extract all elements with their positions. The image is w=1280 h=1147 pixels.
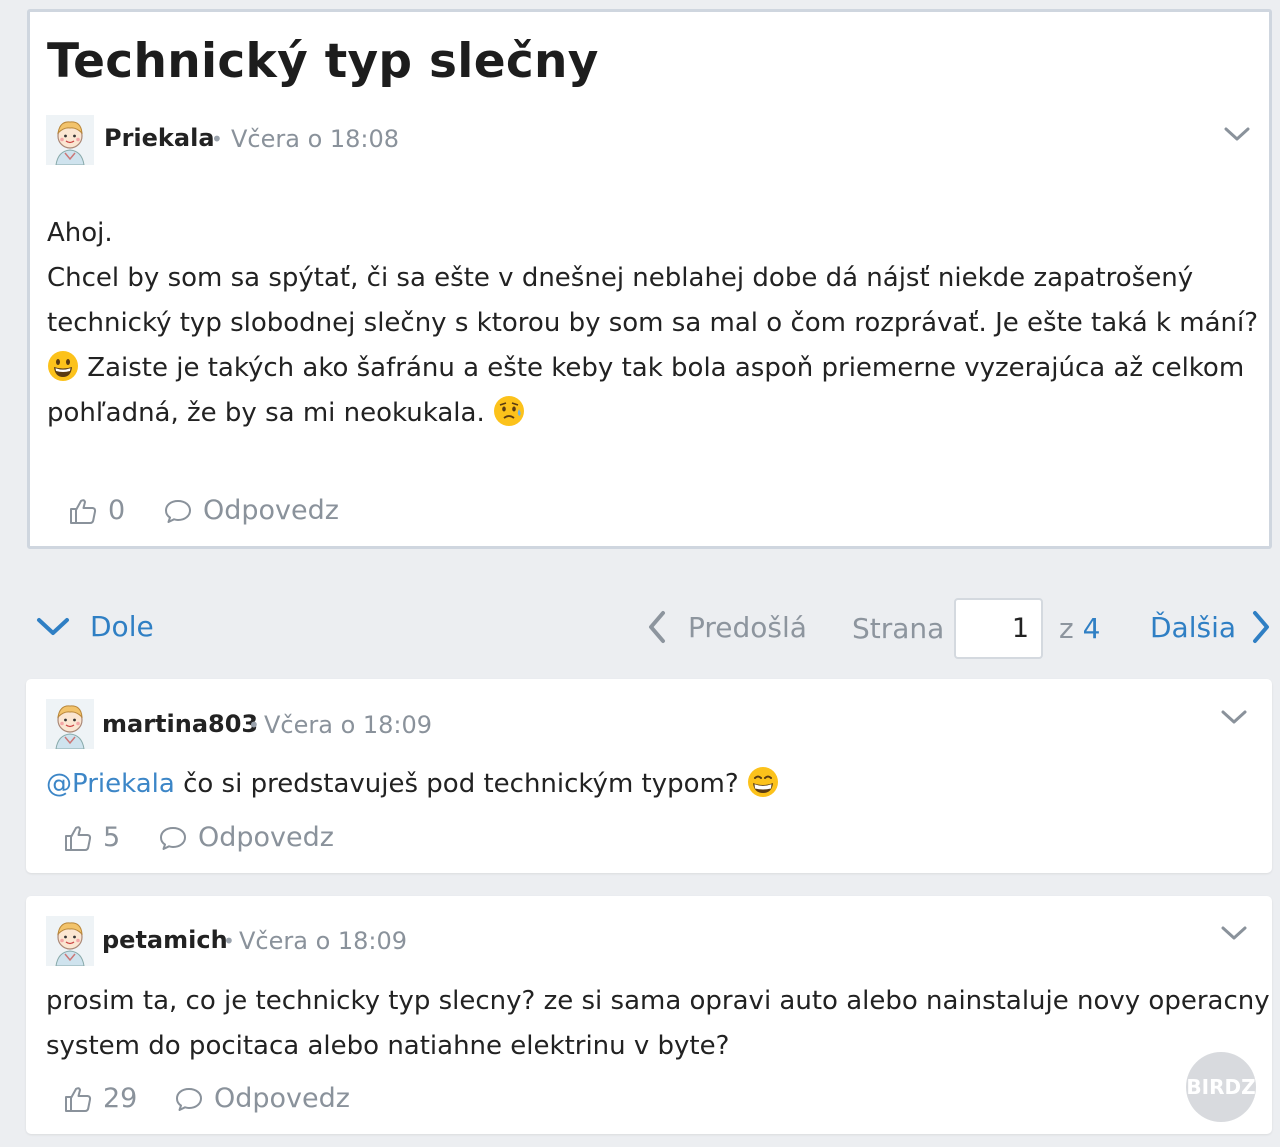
pagination-bar: Dole Predošlá Strana z 4 Ďalšia [0,595,1280,665]
page-total: z 4 [1059,612,1100,645]
like-button[interactable]: 0 [68,495,125,526]
comment-actions: 5 Odpovedz [63,822,463,862]
like-count: 0 [108,495,126,526]
post-line: pohľadná, že by sa mi neokukala. [47,398,485,428]
post-line: technický typ slobodnej slečny s ktorou … [47,308,1259,338]
comment-icon [163,496,193,526]
grinning-emoji-icon [48,351,78,381]
reply-label: Odpovedz [203,495,339,526]
like-button[interactable]: 29 [63,1083,137,1114]
thumbs-up-icon [68,496,98,526]
next-page-label: Ďalšia [1150,610,1237,644]
scroll-down-label: Dole [90,610,154,643]
chevron-down-icon [37,617,69,635]
separator-dot: • [248,713,260,737]
mention-link[interactable]: @Priekala [46,769,175,799]
comment-line: system do pocitaca alebo natiahne elektr… [46,1031,730,1061]
total-pages-link[interactable]: 4 [1083,612,1101,645]
reply-button[interactable]: Odpovedz [174,1083,350,1114]
comment-line: prosim ta, co je technicky typ slecny? z… [46,986,1270,1016]
chevron-left-icon [649,611,665,643]
post-line: Chcel by som sa spýtať, či sa ešte v dne… [47,263,1194,293]
comment-body: prosim ta, co je technicky typ slecny? z… [46,979,1270,1069]
thumbs-up-icon [63,1084,93,1114]
comment-body: @Priekala čo si predstavuješ pod technic… [46,762,779,807]
reply-button[interactable]: Odpovedz [158,822,334,853]
previous-page-link[interactable]: Predošlá [646,610,807,644]
comment-icon [158,823,188,853]
chevron-right-icon [1253,611,1270,643]
comment-time: Včera o 18:09 [264,711,433,739]
comment-author[interactable]: martina803 [102,710,258,738]
previous-page-label: Predošlá [688,610,807,644]
like-count: 29 [103,1083,138,1114]
post-actions: 0 Odpovedz [68,495,468,535]
like-button[interactable]: 5 [63,822,120,853]
post-time: Včera o 18:08 [231,125,400,153]
reply-button[interactable]: Odpovedz [163,495,339,526]
avatar[interactable] [46,699,94,749]
reply-label: Odpovedz [214,1083,350,1114]
avatar[interactable] [46,115,94,165]
post-line: Zaiste je takých ako šafránu a ešte keby… [87,353,1245,383]
separator-dot: • [223,929,235,953]
watermark-logo: BIRDZ [1186,1052,1256,1122]
next-page-link[interactable]: Ďalšia [1150,610,1272,644]
post-author[interactable]: Priekala [104,124,215,152]
chevron-down-icon[interactable] [1220,708,1248,726]
comment-time: Včera o 18:09 [239,927,408,955]
post-body: Ahoj. Chcel by som sa spýtať, či sa ešte… [47,211,1258,436]
post-title: Technický typ slečny [47,34,599,89]
thumbs-up-icon [63,823,93,853]
grin-emoji-icon [747,767,778,797]
sad-sweat-emoji-icon [493,396,524,426]
chevron-down-icon[interactable] [1220,924,1248,942]
comment-actions: 29 Odpovedz [63,1083,463,1123]
like-count: 5 [103,822,121,853]
comment-icon [174,1084,204,1114]
comment-author[interactable]: petamich [102,926,228,954]
separator-dot: • [211,127,223,151]
post-card: Technický typ slečny Priekala • Včera o … [27,9,1272,549]
comment-text: čo si predstavuješ pod technickým typom? [174,769,739,799]
reply-label: Odpovedz [198,822,334,853]
post-line: Ahoj. [47,218,113,248]
comment-card: martina803 • Včera o 18:09 @Priekala čo … [26,679,1272,873]
page-number-input[interactable] [954,598,1043,659]
avatar[interactable] [46,916,94,966]
page-label: Strana [852,612,945,645]
scroll-down-link[interactable]: Dole [36,610,154,643]
of-label: z [1059,612,1074,645]
comment-card: petamich • Včera o 18:09 prosim ta, co j… [26,896,1272,1134]
chevron-down-icon[interactable] [1223,125,1251,143]
